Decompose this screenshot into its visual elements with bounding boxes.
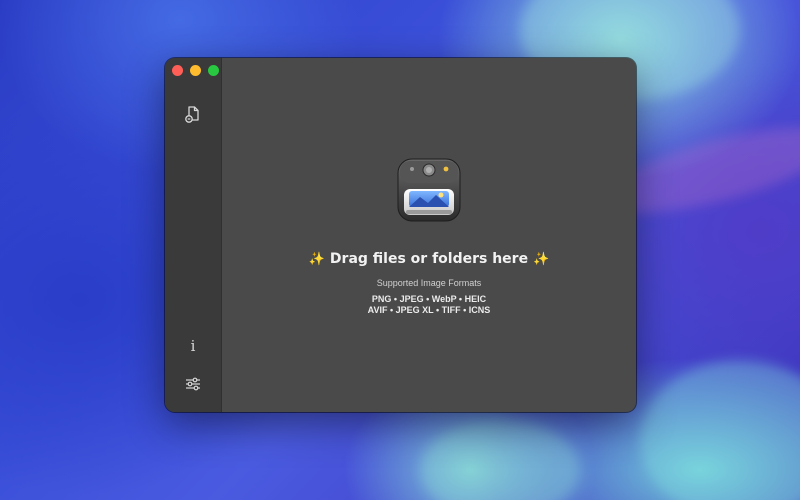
wallpaper-highlight — [420, 420, 580, 500]
sliders-icon — [186, 377, 200, 391]
minimize-button[interactable] — [190, 65, 201, 76]
file-open-icon — [185, 106, 199, 123]
open-files-button[interactable] — [181, 102, 205, 126]
sidebar: i — [165, 58, 222, 412]
window-controls — [172, 65, 219, 76]
desktop-wallpaper: i ✨ Drag files or folders here ✨ Support… — [0, 0, 800, 500]
drop-title: ✨ Drag files or folders here ✨ — [222, 251, 636, 267]
info-button[interactable]: i — [181, 334, 205, 358]
sparkle-icon: ✨ — [308, 252, 326, 267]
sparkle-icon: ✨ — [532, 252, 550, 267]
drop-title-text: Drag files or folders here — [329, 251, 529, 267]
info-icon: i — [190, 337, 196, 355]
formats-list-line-1: PNG • JPEG • WebP • HEIC — [371, 294, 487, 304]
app-window: i ✨ Drag files or folders here ✨ Support… — [165, 58, 636, 412]
drop-zone[interactable]: ✨ Drag files or folders here ✨ Supported… — [222, 58, 636, 412]
close-button[interactable] — [172, 65, 183, 76]
zoom-button[interactable] — [208, 65, 219, 76]
app-logo-icon — [397, 158, 461, 222]
supported-formats-label: Supported Image Formats — [376, 278, 482, 288]
settings-button[interactable] — [181, 372, 205, 396]
formats-list-line-2: AVIF • JPEG XL • TIFF • ICNS — [367, 305, 491, 315]
wallpaper-highlight — [640, 360, 800, 500]
